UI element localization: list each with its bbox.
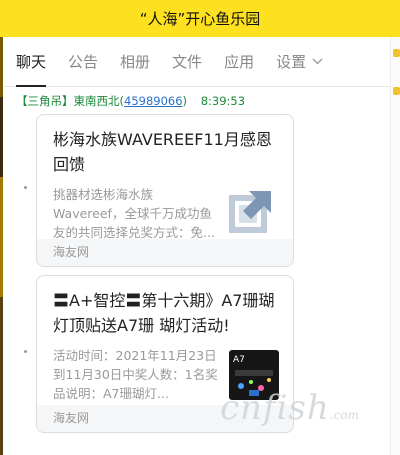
window-titlebar[interactable]: “人海”开心鱼乐园 <box>0 0 400 37</box>
card-title: 彬海水族WAVEREEF11月感恩回馈 <box>53 130 272 174</box>
sender-name[interactable]: 東南西北 <box>74 94 120 108</box>
sender-id-link[interactable]: 45989066 <box>124 94 183 108</box>
message-bullet <box>24 350 27 353</box>
tab-settings[interactable]: 设置 <box>276 37 323 87</box>
side-panel-edge <box>390 37 400 455</box>
watermark: cnfish.com <box>220 388 359 428</box>
chevron-down-icon <box>312 55 323 68</box>
sender-tag: 【三角吊】 <box>16 94 74 108</box>
card-description: 挑器材选彬海水族Wavereef，全球千万成功鱼友的共同选择兑奖方式：免... <box>53 187 215 240</box>
window-left-edge <box>0 37 3 455</box>
message-bullet <box>24 186 27 189</box>
share-link-icon <box>229 189 279 239</box>
tab-bar: 聊天 公告 相册 文件 应用 设置 <box>4 37 392 87</box>
tab-announcements[interactable]: 公告 <box>68 37 98 87</box>
window-title: “人海”开心鱼乐园 <box>139 10 261 28</box>
svg-text:A7: A7 <box>233 355 245 365</box>
card-source: 海友网 <box>37 239 293 266</box>
tab-album[interactable]: 相册 <box>120 37 150 87</box>
link-card[interactable]: 彬海水族WAVEREEF11月感恩回馈 挑器材选彬海水族Wavereef，全球千… <box>36 114 294 267</box>
message-sender: 【三角吊】東南西北(45989066) 8:39:53 <box>16 94 246 108</box>
message-time: 8:39:53 <box>200 94 246 108</box>
tab-chat[interactable]: 聊天 <box>16 37 47 87</box>
card-description: 活动时间：2021年11月23日到11月30日中奖人数：1名奖品说明：A7珊瑚灯… <box>53 348 218 401</box>
card-title: 〓A+智控〓第十六期》A7珊瑚灯顶贴送A7珊 瑚灯活动! <box>53 291 275 335</box>
tab-files[interactable]: 文件 <box>172 37 202 87</box>
tab-apps[interactable]: 应用 <box>224 37 254 87</box>
